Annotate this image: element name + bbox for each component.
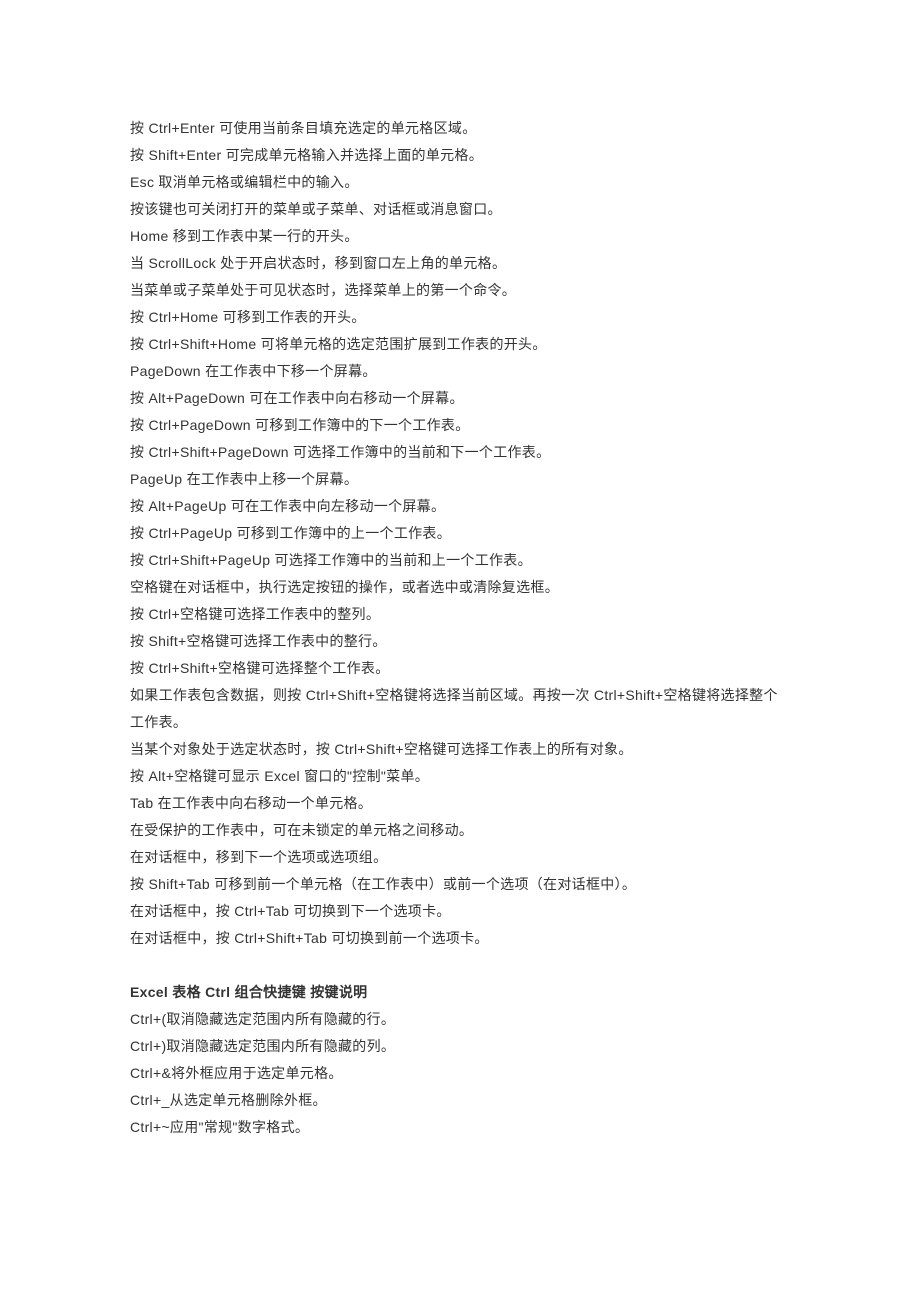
shortcut-line: Ctrl+)取消隐藏选定范围内所有隐藏的列。	[130, 1033, 790, 1060]
shortcut-line: Ctrl+_从选定单元格删除外框。	[130, 1087, 790, 1114]
shortcut-line: 在对话框中，按 Ctrl+Shift+Tab 可切换到前一个选项卡。	[130, 925, 790, 952]
shortcut-section-1: 按 Ctrl+Enter 可使用当前条目填充选定的单元格区域。按 Shift+E…	[130, 115, 790, 952]
shortcut-line: 按 Ctrl+Shift+空格键可选择整个工作表。	[130, 655, 790, 682]
shortcut-line: 在对话框中，按 Ctrl+Tab 可切换到下一个选项卡。	[130, 898, 790, 925]
shortcut-line: 按 Alt+空格键可显示 Excel 窗口的"控制"菜单。	[130, 763, 790, 790]
shortcut-line: 按 Ctrl+Enter 可使用当前条目填充选定的单元格区域。	[130, 115, 790, 142]
shortcut-line: 当菜单或子菜单处于可见状态时，选择菜单上的第一个命令。	[130, 277, 790, 304]
shortcut-line: Ctrl+(取消隐藏选定范围内所有隐藏的行。	[130, 1006, 790, 1033]
section-heading: Excel 表格 Ctrl 组合快捷键 按键说明	[130, 979, 790, 1006]
shortcut-line: Ctrl+&将外框应用于选定单元格。	[130, 1060, 790, 1087]
shortcut-line: 当某个对象处于选定状态时，按 Ctrl+Shift+空格键可选择工作表上的所有对…	[130, 736, 790, 763]
shortcut-line: Tab 在工作表中向右移动一个单元格。	[130, 790, 790, 817]
shortcut-line: PageUp 在工作表中上移一个屏幕。	[130, 466, 790, 493]
shortcut-line: 按 Ctrl+Shift+PageDown 可选择工作簿中的当前和下一个工作表。	[130, 439, 790, 466]
shortcut-line: 如果工作表包含数据，则按 Ctrl+Shift+空格键将选择当前区域。再按一次 …	[130, 682, 790, 736]
shortcut-line: 按 Ctrl+PageDown 可移到工作簿中的下一个工作表。	[130, 412, 790, 439]
shortcut-line: 按 Shift+Enter 可完成单元格输入并选择上面的单元格。	[130, 142, 790, 169]
shortcut-line: 在对话框中，移到下一个选项或选项组。	[130, 844, 790, 871]
shortcut-line: Home 移到工作表中某一行的开头。	[130, 223, 790, 250]
shortcut-line: 当 ScrollLock 处于开启状态时，移到窗口左上角的单元格。	[130, 250, 790, 277]
shortcut-line: 按 Alt+PageUp 可在工作表中向左移动一个屏幕。	[130, 493, 790, 520]
shortcut-section-2: Ctrl+(取消隐藏选定范围内所有隐藏的行。Ctrl+)取消隐藏选定范围内所有隐…	[130, 1006, 790, 1141]
shortcut-line: 在受保护的工作表中，可在未锁定的单元格之间移动。	[130, 817, 790, 844]
shortcut-line: 空格键在对话框中，执行选定按钮的操作，或者选中或清除复选框。	[130, 574, 790, 601]
shortcut-line: 按该键也可关闭打开的菜单或子菜单、对话框或消息窗口。	[130, 196, 790, 223]
shortcut-line: Esc 取消单元格或编辑栏中的输入。	[130, 169, 790, 196]
shortcut-line: 按 Ctrl+PageUp 可移到工作簿中的上一个工作表。	[130, 520, 790, 547]
shortcut-line: 按 Ctrl+空格键可选择工作表中的整列。	[130, 601, 790, 628]
shortcut-line: 按 Ctrl+Shift+PageUp 可选择工作簿中的当前和上一个工作表。	[130, 547, 790, 574]
shortcut-line: Ctrl+~应用"常规"数字格式。	[130, 1114, 790, 1141]
shortcut-line: PageDown 在工作表中下移一个屏幕。	[130, 358, 790, 385]
shortcut-line: 按 Shift+Tab 可移到前一个单元格（在工作表中）或前一个选项（在对话框中…	[130, 871, 790, 898]
shortcut-line: 按 Shift+空格键可选择工作表中的整行。	[130, 628, 790, 655]
document-body: 按 Ctrl+Enter 可使用当前条目填充选定的单元格区域。按 Shift+E…	[130, 115, 790, 1141]
shortcut-line: 按 Alt+PageDown 可在工作表中向右移动一个屏幕。	[130, 385, 790, 412]
shortcut-line: 按 Ctrl+Shift+Home 可将单元格的选定范围扩展到工作表的开头。	[130, 331, 790, 358]
shortcut-line: 按 Ctrl+Home 可移到工作表的开头。	[130, 304, 790, 331]
